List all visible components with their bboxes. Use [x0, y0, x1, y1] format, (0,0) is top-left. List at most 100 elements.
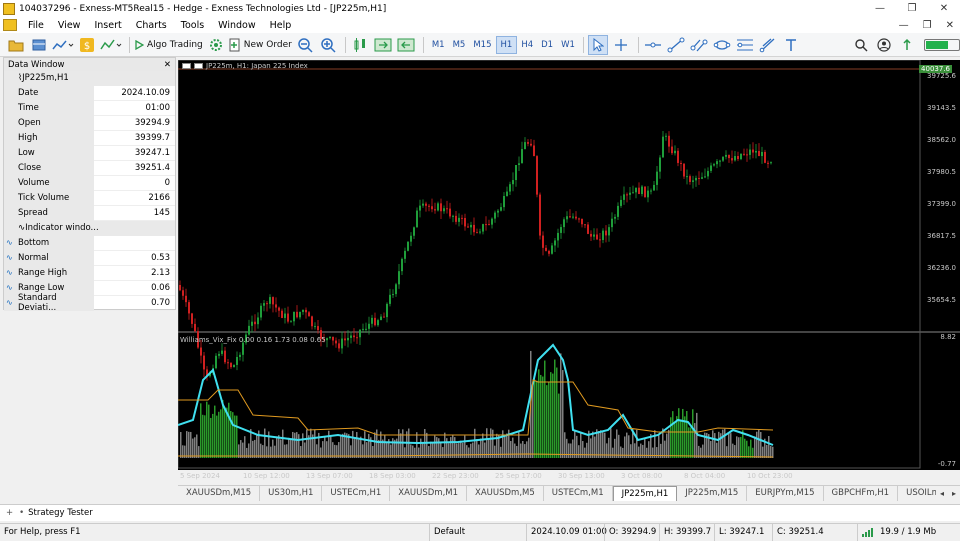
data-window-close-icon[interactable]: ✕	[164, 60, 171, 70]
vix-histogram-bar	[256, 434, 258, 458]
channel-icon[interactable]	[689, 35, 709, 55]
timeframe-w1[interactable]: W1	[557, 36, 579, 54]
menu-tools[interactable]: Tools	[174, 20, 211, 31]
trend-line-icon[interactable]	[666, 35, 686, 55]
vix-histogram-bar	[642, 444, 644, 458]
cursor-icon[interactable]	[587, 34, 608, 55]
candle-body	[329, 336, 331, 339]
vix-histogram-bar	[296, 432, 298, 458]
chart-tab[interactable]: XAUUSDm,M15	[178, 485, 261, 501]
timeframe-h4[interactable]: H4	[517, 36, 537, 54]
new-order-button[interactable]: New Order	[229, 35, 292, 55]
toolbar-toggle[interactable]	[924, 38, 960, 51]
shapes-icon[interactable]	[712, 35, 732, 55]
vix-histogram-bar	[584, 447, 586, 458]
data-value: 39399.7	[134, 133, 170, 143]
text-tool-icon[interactable]	[781, 35, 801, 55]
candles-icon[interactable]	[350, 35, 370, 55]
doc-close-button[interactable]: ✕	[946, 20, 954, 31]
settings-gear-icon[interactable]	[206, 35, 226, 55]
menu-help[interactable]: Help	[263, 20, 299, 31]
candle-body	[488, 224, 490, 226]
close-button[interactable]: ✕	[928, 0, 960, 17]
vix-histogram-bar	[534, 379, 536, 458]
menu-view[interactable]: View	[51, 20, 88, 31]
status-network[interactable]: 19.9 / 1.9 Mb	[857, 523, 960, 541]
dollar-icon[interactable]: $	[77, 35, 97, 55]
vix-histogram-bar	[586, 442, 588, 458]
candle-body	[248, 325, 250, 335]
vix-histogram-bar	[772, 446, 774, 458]
vix-histogram-bar	[554, 359, 556, 458]
horizontal-line-icon[interactable]	[643, 35, 663, 55]
candle-body	[530, 143, 532, 146]
vix-histogram-bar	[218, 411, 220, 458]
pitchfork-icon[interactable]	[758, 35, 778, 55]
strategy-tester-label[interactable]: Strategy Tester	[28, 508, 93, 518]
timeframe-m5[interactable]: M5	[449, 36, 470, 54]
chart-tab[interactable]: GBPCHFm,H1	[824, 485, 899, 501]
maximize-button[interactable]: ❐	[896, 0, 928, 17]
chart-tab[interactable]: JP225m,H1	[612, 485, 678, 501]
candle-body	[242, 342, 244, 355]
timeframe-m1[interactable]: M1	[428, 36, 449, 54]
chart-shift-icon[interactable]	[396, 35, 416, 55]
menu-charts[interactable]: Charts	[129, 20, 174, 31]
chart-tab[interactable]: XAUUSDm,M1	[390, 485, 468, 501]
tab-scroll-right-icon[interactable]: ▸	[952, 489, 956, 498]
app-icon	[3, 2, 15, 15]
doc-minimize-button[interactable]: —	[899, 20, 909, 31]
time-axis-label: 10 Sep 12:00	[243, 472, 290, 480]
algo-trading-button[interactable]: Algo Trading	[134, 35, 203, 55]
chart-tab[interactable]: US30m,H1	[260, 485, 323, 501]
chart-doc-icon[interactable]	[3, 19, 17, 31]
candle-body	[413, 227, 415, 236]
vix-histogram-bar	[192, 438, 194, 458]
vix-histogram-bar	[628, 435, 630, 458]
signal-icon[interactable]	[897, 35, 917, 55]
menu-file[interactable]: File	[21, 20, 51, 31]
chart-tab[interactable]: JP225m,M15	[677, 485, 748, 501]
zoom-out-icon[interactable]	[295, 35, 315, 55]
chart-tab[interactable]: EURJPYm,M15	[747, 485, 824, 501]
menu-window[interactable]: Window	[211, 20, 262, 31]
open-folder-icon[interactable]	[6, 35, 26, 55]
tab-scroll-left-icon[interactable]: ◂	[940, 489, 944, 498]
account-icon[interactable]	[874, 35, 894, 55]
timeframe-d1[interactable]: D1	[537, 36, 557, 54]
zoom-in-icon[interactable]	[318, 35, 338, 55]
strategy-expand-button[interactable]: +	[6, 508, 13, 518]
price-chart[interactable]: JP225m, H1: Japan 225 Index 40037.6 Will…	[178, 60, 960, 480]
vix-histogram-bar	[240, 440, 242, 458]
search-icon[interactable]	[851, 35, 871, 55]
vix-histogram-bar	[658, 434, 660, 458]
timeframe-m15[interactable]: M15	[469, 36, 495, 54]
vix-histogram-bar	[376, 429, 378, 458]
chart-tab[interactable]: USTECm,M1	[544, 485, 613, 501]
candle-body	[449, 208, 451, 217]
doc-restore-button[interactable]: ❐	[923, 20, 932, 31]
timeframe-h1[interactable]: H1	[495, 35, 518, 54]
candle-body	[221, 350, 223, 354]
vix-histogram-bar	[722, 429, 724, 458]
vix-histogram-bar	[730, 433, 732, 458]
vix-histogram-bar	[638, 446, 640, 458]
indicator-max-label: 8.82	[940, 333, 956, 341]
time-axis-label: 5 Sep 2024	[180, 472, 220, 480]
status-profile[interactable]: Default	[429, 523, 526, 541]
menu-insert[interactable]: Insert	[87, 20, 128, 31]
auto-scroll-icon[interactable]	[373, 35, 393, 55]
candle-body	[728, 154, 730, 159]
chart-canvas[interactable]	[178, 60, 960, 470]
candle-body	[476, 232, 478, 234]
candle-body	[716, 161, 718, 165]
toolbar-separator	[637, 36, 639, 53]
indicators-icon[interactable]	[100, 35, 122, 55]
chart-tab[interactable]: USTECm,H1	[322, 485, 391, 501]
chart-type-icon[interactable]	[52, 35, 74, 55]
chart-tab[interactable]: XAUUSDm,M5	[467, 485, 544, 501]
minimize-button[interactable]: —	[864, 0, 896, 17]
fibonacci-icon[interactable]	[735, 35, 755, 55]
market-watch-icon[interactable]	[29, 35, 49, 55]
crosshair-icon[interactable]	[611, 35, 631, 55]
